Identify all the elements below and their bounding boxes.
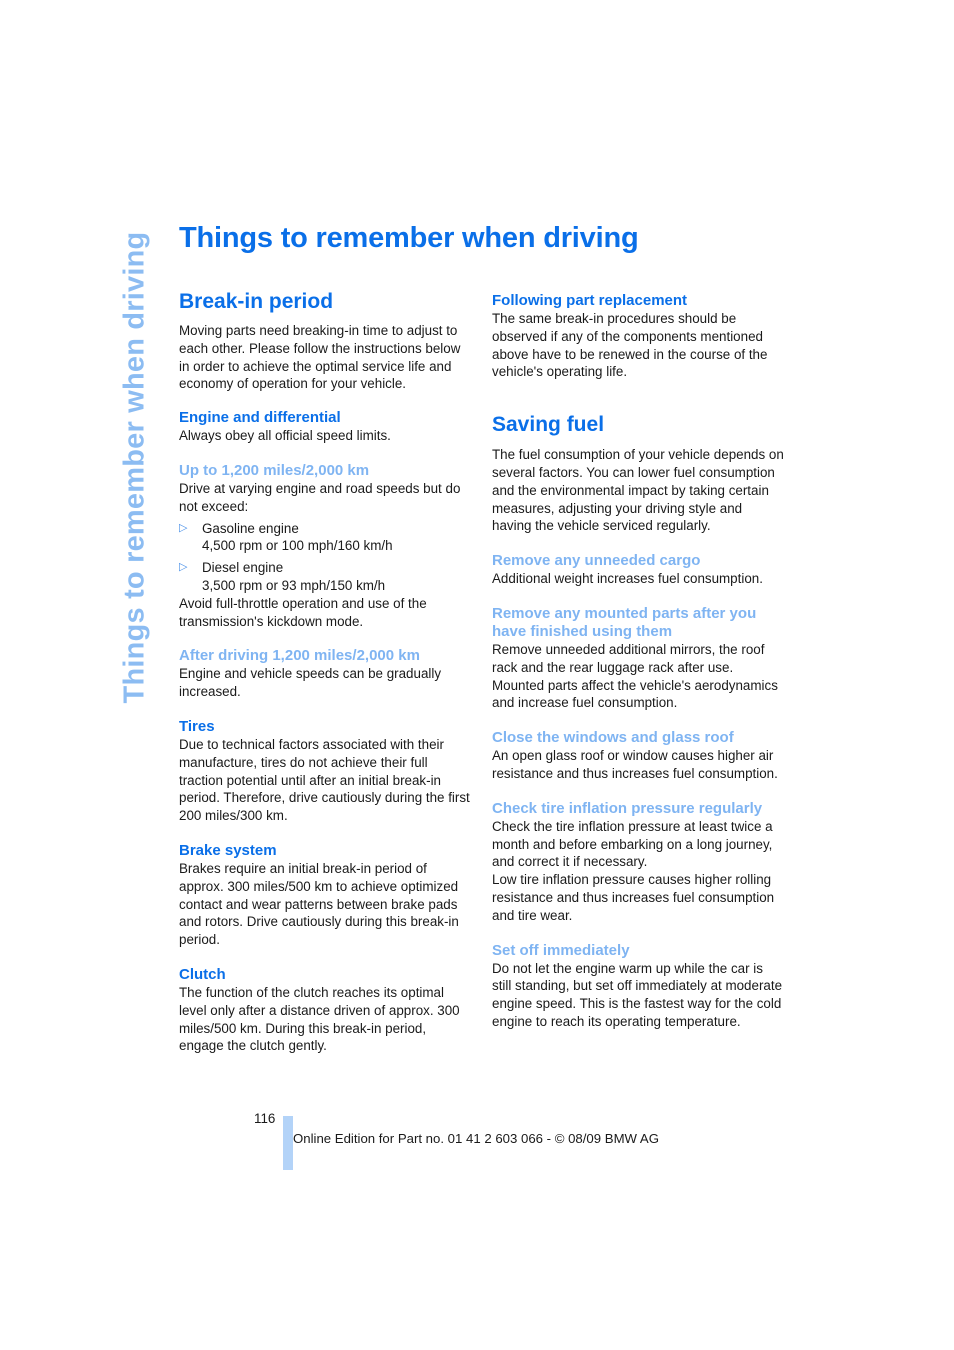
after-heading: After driving 1,200 miles/2,000 km: [179, 647, 420, 665]
following-text: The same break-in procedures should be o…: [492, 311, 768, 380]
windows-heading: Close the windows and glass roof: [492, 729, 734, 747]
tire-pressure-text-2: Low tire inflation pressure causes highe…: [492, 872, 775, 923]
footer-accent-bar: [283, 1116, 293, 1170]
right-column: Following part replacement The same brea…: [492, 292, 784, 1031]
tires-text: Due to technical factors associated with…: [179, 736, 470, 824]
mounted-text: Remove unneeded additional mirrors, the …: [492, 641, 778, 711]
upto-text: Drive at varying engine and road speeds …: [179, 480, 461, 514]
tire-pressure-heading: Check tire inflation pressure regularly: [492, 799, 763, 817]
triangle-right-icon: ▷: [179, 561, 188, 574]
breakin-intro: Moving parts need breaking-in time to ad…: [179, 323, 461, 392]
bullet-label: Diesel engine: [202, 560, 284, 576]
tires-heading: Tires: [179, 717, 215, 735]
setoff-text: Do not let the engine warm up while the …: [492, 960, 783, 1029]
windows-text: An open glass roof or window causes high…: [492, 748, 778, 781]
tire-pressure-text-1: Check the tire inflation pressure at lea…: [492, 818, 773, 870]
clutch-heading: Clutch: [179, 965, 226, 983]
brake-heading: Brake system: [179, 841, 277, 859]
bullet-gasoline: ▷ Gasoline engine 4,500 rpm or 100 mph/1…: [179, 520, 471, 556]
avoid-text: Avoid full-throttle operation and use of…: [179, 595, 427, 629]
side-title-text: Things to remember when driving: [118, 231, 151, 703]
breakin-heading: Break-in period: [179, 290, 334, 313]
edition-note: Online Edition for Part no. 01 41 2 603 …: [293, 1131, 659, 1146]
cargo-text: Additional weight increases fuel consump…: [492, 571, 763, 587]
bullet-value: 4,500 rpm or 100 mph/160 km/h: [202, 538, 393, 554]
left-column: Break-in period Moving parts need breaki…: [179, 288, 471, 1055]
bullet-value: 3,500 rpm or 93 mph/150 km/h: [202, 577, 386, 593]
side-running-title: Things to remember when driving: [115, 231, 155, 703]
page-number: 116: [254, 1111, 276, 1126]
clutch-text: The function of the clutch reaches its o…: [179, 984, 460, 1054]
brake-text: Brakes require an initial break-in perio…: [179, 860, 459, 948]
saving-heading: Saving fuel: [492, 413, 605, 437]
cargo-heading: Remove any unneeded cargo: [492, 552, 701, 570]
after-text: Engine and vehicle speeds can be gradual…: [179, 666, 442, 700]
following-heading: Following part replacement: [492, 292, 688, 309]
upto-heading: Up to 1,200 miles/2,000 km: [179, 461, 370, 479]
setoff-heading: Set off immediately: [492, 941, 630, 959]
page-title: Things to remember when driving: [179, 222, 639, 254]
bullet-diesel: ▷ Diesel engine 3,500 rpm or 93 mph/150 …: [179, 559, 471, 595]
mounted-heading: Remove any mounted parts after you have …: [492, 604, 757, 640]
triangle-right-icon: ▷: [179, 521, 188, 534]
saving-intro: The fuel consumption of your vehicle dep…: [492, 447, 784, 534]
engine-text: Always obey all official speed limits.: [179, 428, 391, 444]
bullet-label: Gasoline engine: [202, 520, 299, 536]
engine-heading: Engine and differential: [179, 409, 341, 427]
